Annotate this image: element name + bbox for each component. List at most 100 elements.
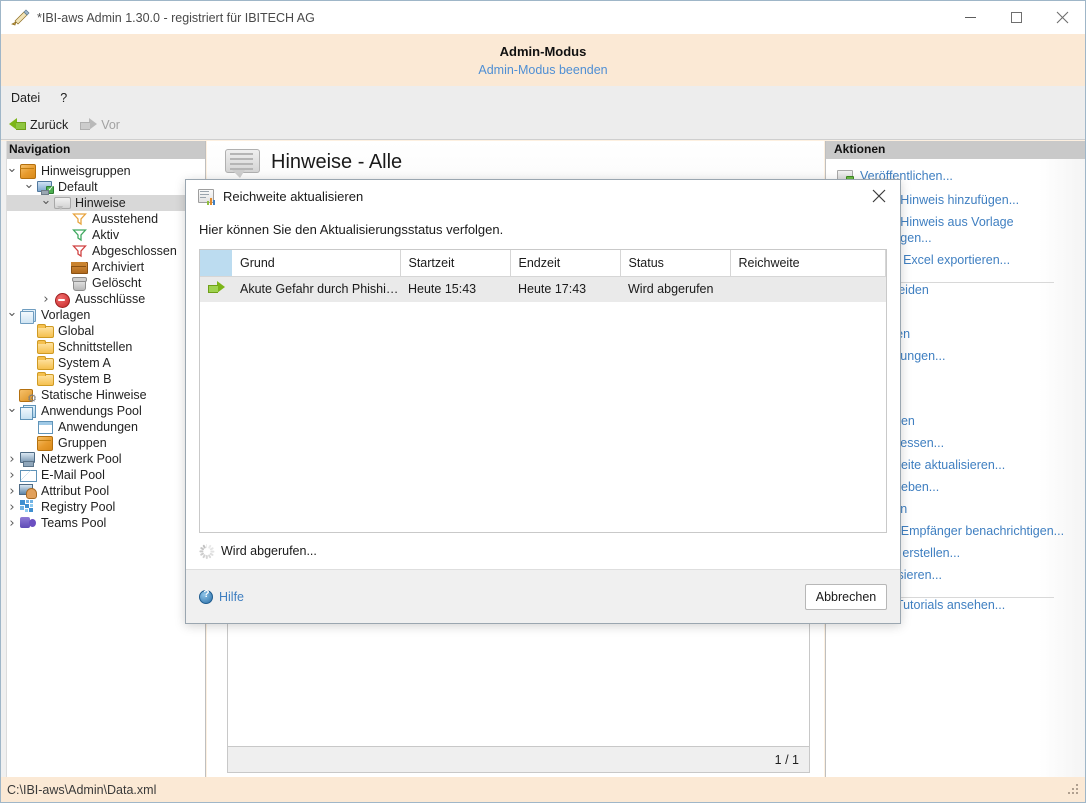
page-indicator: 1 / 1 [774,752,799,767]
window-controls [947,1,1085,34]
folder-icon [36,323,54,339]
balloon-icon [53,195,71,211]
sidebar-item-label: Vorlagen [41,308,91,322]
chevron-right-icon[interactable] [39,292,53,307]
sidebar-item-anwendungen[interactable]: Anwendungen [1,419,205,435]
sidebar-item-label: Default [58,180,98,194]
admin-mode-title: Admin-Modus [499,43,587,59]
chevron-right-icon[interactable] [5,452,19,467]
sidebar-item-teams-pool[interactable]: Teams Pool [1,515,205,531]
admin-mode-banner: Admin-Modus Admin-Modus beenden [1,34,1085,86]
page-title: Hinweise - Alle [271,151,403,173]
sidebar-item-system-a[interactable]: System A [1,355,205,371]
chevron-down-icon[interactable] [39,196,53,211]
exit-admin-mode-link[interactable]: Admin-Modus beenden [478,63,607,77]
sidebar-item-registry-pool[interactable]: Registry Pool [1,499,205,515]
minimize-button[interactable] [947,1,993,34]
box-icon [36,435,54,451]
arrow-right-green-icon [207,281,225,294]
sidebar-item-label: System A [58,356,111,370]
chevron-right-icon[interactable] [5,484,19,499]
chart-bars-icon [207,197,215,205]
column-header-reichweite[interactable]: Reichweite [730,250,886,277]
chevron-right-icon[interactable] [5,500,19,515]
sidebar-item-hinweise[interactable]: Hinweise [1,195,205,211]
maximize-button[interactable] [993,1,1039,34]
chevron-right-icon[interactable] [5,468,19,483]
resize-grip[interactable] [1068,783,1080,796]
sidebar-item-schnittstellen[interactable]: Schnittstellen [1,339,205,355]
chevron-down-icon[interactable] [5,308,19,323]
table-body: Akute Gefahr durch Phishing-... Heute 15:… [200,276,886,302]
sidebar-item-vorlagen[interactable]: Vorlagen [1,307,205,324]
sidebar-scrollbar[interactable] [1,141,7,777]
sidebar-item-netzwerk-pool[interactable]: Netzwerk Pool [1,451,205,467]
chevron-down-icon[interactable] [22,180,36,195]
funnel-red-icon [70,243,88,259]
column-header-startzeit[interactable]: Startzeit [400,250,511,277]
window-icon [36,419,54,435]
attribute-icon [19,483,37,499]
sidebar-item-ausstehend[interactable]: Ausstehend [1,211,205,227]
sidebar-item-system-b[interactable]: System B [1,371,205,387]
sidebar-item-ausschl-sse[interactable]: Ausschlüsse [1,291,205,308]
menu-item-datei[interactable]: Datei [1,89,50,107]
column-header-grund[interactable]: Grund [232,250,401,277]
sidebar-item-e-mail-pool[interactable]: E-Mail Pool [1,467,205,483]
sidebar-item-abgeschlossen[interactable]: Abgeschlossen [1,243,205,259]
column-header-status[interactable]: Status [620,250,731,277]
sidebar-item-anwendungs-pool[interactable]: Anwendungs Pool [1,403,205,420]
app-icon [9,7,31,29]
table-header-row: Grund Startzeit Endzeit Status Reichweite [200,250,886,277]
deny-icon [53,291,71,308]
forward-button[interactable]: Vor [80,118,120,132]
window-title: *IBI-aws Admin 1.30.0 - registriert für … [37,10,315,25]
teams-icon [19,515,37,531]
maximize-icon [1010,12,1022,23]
dialog-footer: Hilfe Abbrechen [186,569,900,623]
gearbox-icon [19,387,37,404]
sidebar-item-gruppen[interactable]: Gruppen [1,435,205,451]
navigation-tree: Hinweisgruppen Default Hinweise Ausstehend A… [1,159,205,531]
application-window: *IBI-aws Admin 1.30.0 - registriert für … [0,0,1086,803]
sidebar-item-label: Anwendungs Pool [41,404,142,418]
title-bar: *IBI-aws Admin 1.30.0 - registriert für … [1,1,1085,34]
forward-label: Vor [101,117,120,132]
archive-icon [70,259,88,275]
menu-item-help[interactable]: ? [50,89,77,107]
help-link[interactable]: Hilfe [199,589,244,604]
funnel-green-icon [70,227,88,243]
stack-icon [19,307,37,324]
column-header-endzeit[interactable]: Endzeit [510,250,621,277]
sidebar-item-label: Attribut Pool [41,484,110,498]
dialog-close-button[interactable] [858,180,900,212]
back-button[interactable]: Zurück [9,118,68,132]
sidebar-item-attribut-pool[interactable]: Attribut Pool [1,483,205,499]
dialog-title-bar: Reichweite aktualisieren [186,180,900,212]
sidebar-item-archiviert[interactable]: Archiviert [1,259,205,275]
sidebar-item-label: Registry Pool [41,500,116,514]
sidebar-item-default[interactable]: Default [1,179,205,195]
sidebar-item-label: Gelöscht [92,276,142,290]
close-button[interactable] [1039,1,1085,34]
navigation-sidebar: Navigation Hinweisgruppen Default Hinweise… [1,141,206,777]
sidebar-item-label: Archiviert [92,260,145,274]
sidebar-item-label: Ausstehend [92,212,159,226]
sidebar-item-label: Hinweisgruppen [41,164,131,178]
close-icon [1056,11,1068,24]
chevron-down-icon[interactable] [5,404,19,419]
chevron-right-icon[interactable] [5,516,19,531]
cancel-button[interactable]: Abbrechen [805,583,887,610]
cell-endzeit: Heute 17:43 [518,282,587,297]
sidebar-item-global[interactable]: Global [1,323,205,339]
sidebar-item-label: Ausschlüsse [75,292,146,306]
sidebar-item-statische-hinweise[interactable]: Statische Hinweise [1,387,205,404]
menu-bar: Datei ? [1,86,1085,110]
navigation-panel-header: Navigation [1,141,205,159]
column-header-select[interactable] [200,250,232,277]
sidebar-item-aktiv[interactable]: Aktiv [1,227,205,243]
sidebar-item-label: Global [58,324,95,338]
table-row[interactable]: Akute Gefahr durch Phishing-... Heute 15:… [200,276,886,302]
sidebar-item-gel-scht[interactable]: Gelöscht [1,275,205,291]
chevron-down-icon[interactable] [5,164,19,179]
